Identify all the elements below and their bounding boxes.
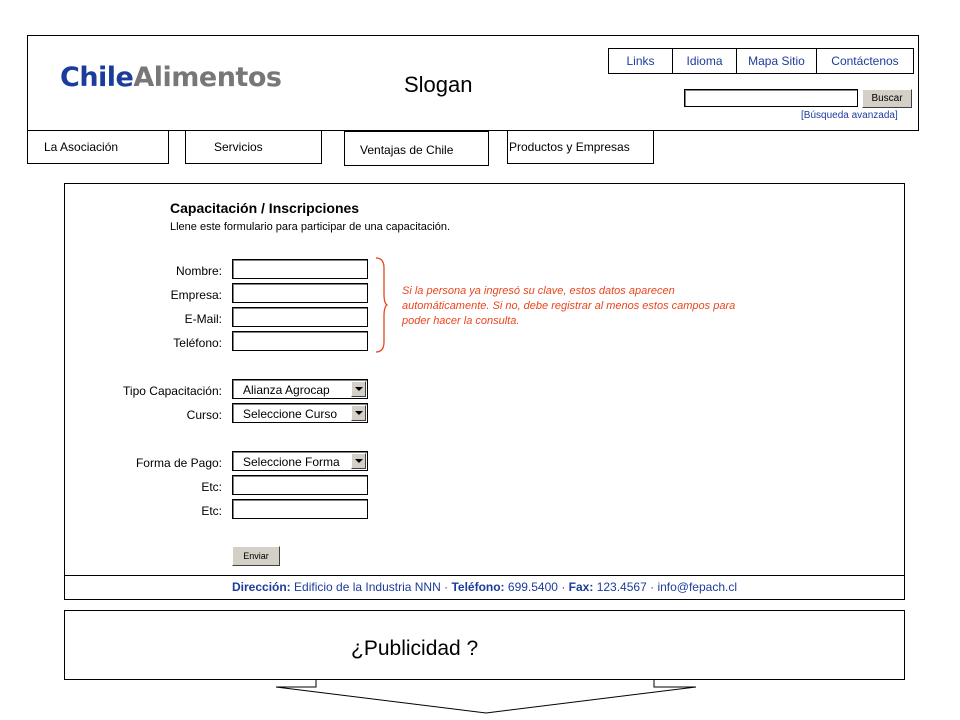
- link-mapa-sitio[interactable]: Mapa Sitio: [737, 49, 817, 73]
- ad-text: ¿Publicidad ?: [351, 637, 479, 660]
- link-links[interactable]: Links: [609, 49, 673, 73]
- label-tipo-capacitacion: Tipo Capacitación:: [123, 384, 222, 398]
- link-idioma[interactable]: Idioma: [673, 49, 737, 73]
- submit-button[interactable]: Enviar: [232, 546, 280, 566]
- nombre-field[interactable]: [232, 259, 368, 279]
- forma-pago-select[interactable]: Seleccione Forma: [232, 451, 368, 471]
- tipo-capacitacion-select[interactable]: Alianza Agrocap: [232, 379, 368, 399]
- page-title: Capacitación / Inscripciones: [170, 200, 360, 216]
- site-logo[interactable]: ChileAlimentos: [60, 62, 282, 93]
- label-telefono: Teléfono:: [173, 336, 222, 350]
- label-email: E-Mail:: [184, 312, 222, 326]
- label-empresa: Empresa:: [170, 288, 222, 302]
- footer-fax-label: Fax:: [568, 580, 594, 594]
- logo-part-alimentos: Alimentos: [133, 62, 282, 93]
- footer-address: Edificio de la Industria NNN: [294, 580, 441, 594]
- label-etc: Etc:: [201, 480, 222, 494]
- chevron-down-icon[interactable]: [351, 381, 366, 397]
- footer-separator: ·: [650, 580, 655, 594]
- label-forma-pago: Forma de Pago:: [135, 456, 222, 470]
- footer-email-link[interactable]: info@fepach.cl: [657, 580, 737, 594]
- email-field[interactable]: [232, 307, 368, 327]
- footer-contact: Dirección: Edificio de la Industria NNN …: [64, 580, 905, 594]
- ad-banner[interactable]: [64, 610, 905, 680]
- telefono-field[interactable]: [232, 331, 368, 351]
- form-description: Llene este formulario para participar de…: [170, 221, 451, 233]
- footer-separator: ·: [444, 580, 449, 594]
- tab-la-asociacion[interactable]: La Asociación: [27, 131, 169, 164]
- select-value: Alianza Agrocap: [243, 383, 330, 397]
- autofill-note: Si la persona ya ingresó su clave, estos…: [402, 285, 736, 327]
- footer-phone-label: Teléfono:: [451, 580, 505, 594]
- advanced-search-link[interactable]: [Búsqueda avanzada]: [801, 110, 898, 121]
- empresa-field[interactable]: [232, 283, 368, 303]
- footer-fax: 123.4567: [596, 580, 647, 594]
- link-contactenos[interactable]: Contáctenos: [817, 49, 913, 73]
- label-etc: Etc:: [201, 504, 222, 518]
- tab-label: La Asociación: [44, 140, 119, 154]
- tab-label: Productos y Empresas: [509, 140, 630, 154]
- logo-part-chile: Chile: [60, 62, 134, 93]
- bracket-icon: [375, 257, 388, 353]
- search-button[interactable]: Buscar: [862, 89, 912, 108]
- footer-separator: ·: [561, 580, 566, 594]
- footer-address-label: Dirección:: [232, 580, 291, 594]
- footer-phone: 699.5400: [507, 580, 558, 594]
- footer-divider: [64, 575, 905, 576]
- tab-label: Ventajas de Chile: [360, 143, 454, 157]
- search-input[interactable]: [684, 89, 858, 107]
- select-value: Seleccione Curso: [243, 407, 338, 421]
- top-links-bar: Links Idioma Mapa Sitio Contáctenos: [608, 48, 914, 74]
- label-nombre: Nombre:: [175, 264, 222, 278]
- chevron-down-icon[interactable]: [351, 405, 366, 421]
- slogan: Slogan: [404, 72, 473, 97]
- etc-field-2[interactable]: [232, 499, 368, 519]
- tab-servicios[interactable]: Servicios: [185, 131, 322, 164]
- tab-label: Servicios: [214, 140, 263, 154]
- etc-field-1[interactable]: [232, 475, 368, 495]
- tab-ventajas-de-chile[interactable]: Ventajas de Chile: [344, 131, 489, 166]
- curso-select[interactable]: Seleccione Curso: [232, 403, 368, 423]
- chevron-down-icon[interactable]: [351, 453, 366, 469]
- arrow-down-icon: [275, 680, 697, 714]
- tab-productos-y-empresas[interactable]: Productos y Empresas: [507, 131, 654, 164]
- label-curso: Curso:: [186, 408, 222, 422]
- select-value: Seleccione Forma: [243, 455, 340, 469]
